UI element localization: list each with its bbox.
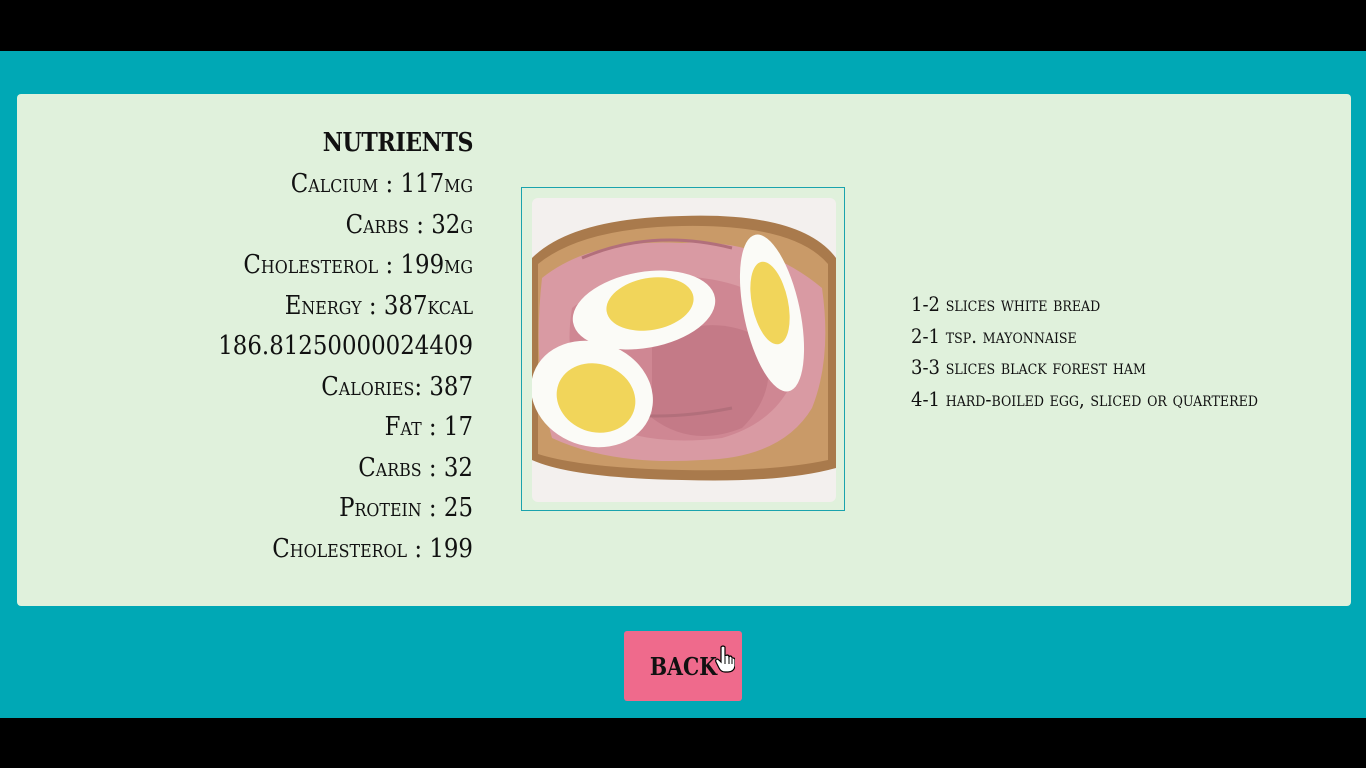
- nutrients-panel: NUTRIENTS Calcium : 117mg Carbs : 32g Ch…: [77, 128, 473, 569]
- nutrient-row: Cholesterol : 199: [272, 533, 473, 564]
- page: NUTRIENTS Calcium : 117mg Carbs : 32g Ch…: [0, 51, 1366, 718]
- nutrient-row: Protein : 25: [339, 493, 473, 523]
- nutrient-row: Energy : 387kcal: [284, 290, 473, 321]
- recipe-photo-frame: [521, 187, 845, 511]
- nutrient-row: Cholesterol : 199mg: [243, 250, 473, 280]
- hand-pointer-icon: [715, 645, 735, 673]
- sandwich-image: [532, 198, 836, 502]
- ingredient-item: 2-1 tsp. mayonnaise: [911, 323, 1077, 348]
- recipe-photo: [532, 198, 836, 502]
- bottom-letterbox: [0, 718, 1366, 768]
- nutrients-title: NUTRIENTS: [322, 128, 474, 158]
- nutrient-row: Carbs : 32g: [345, 209, 473, 240]
- nutrient-row: Calcium : 117mg: [290, 169, 473, 199]
- recipe-card: NUTRIENTS Calcium : 117mg Carbs : 32g Ch…: [17, 94, 1351, 606]
- nutrient-row: Carbs : 32: [358, 452, 473, 483]
- ingredient-item: 3-3 slices black forest ham: [911, 355, 1146, 379]
- back-button-label: BACK: [649, 651, 717, 681]
- nutrient-row: 186.81250000024409: [218, 331, 473, 361]
- nutrient-row: Calories: 387: [321, 371, 473, 402]
- top-letterbox: [0, 0, 1366, 51]
- ingredient-item: 1-2 slices white bread: [911, 292, 1101, 316]
- ingredients-list: 1-2 slices white bread 2-1 tsp. mayonnai…: [911, 289, 1296, 415]
- nutrient-row: Fat : 17: [384, 412, 473, 442]
- ingredient-item: 4-1 hard-boiled egg, sliced or quartered: [911, 386, 1258, 411]
